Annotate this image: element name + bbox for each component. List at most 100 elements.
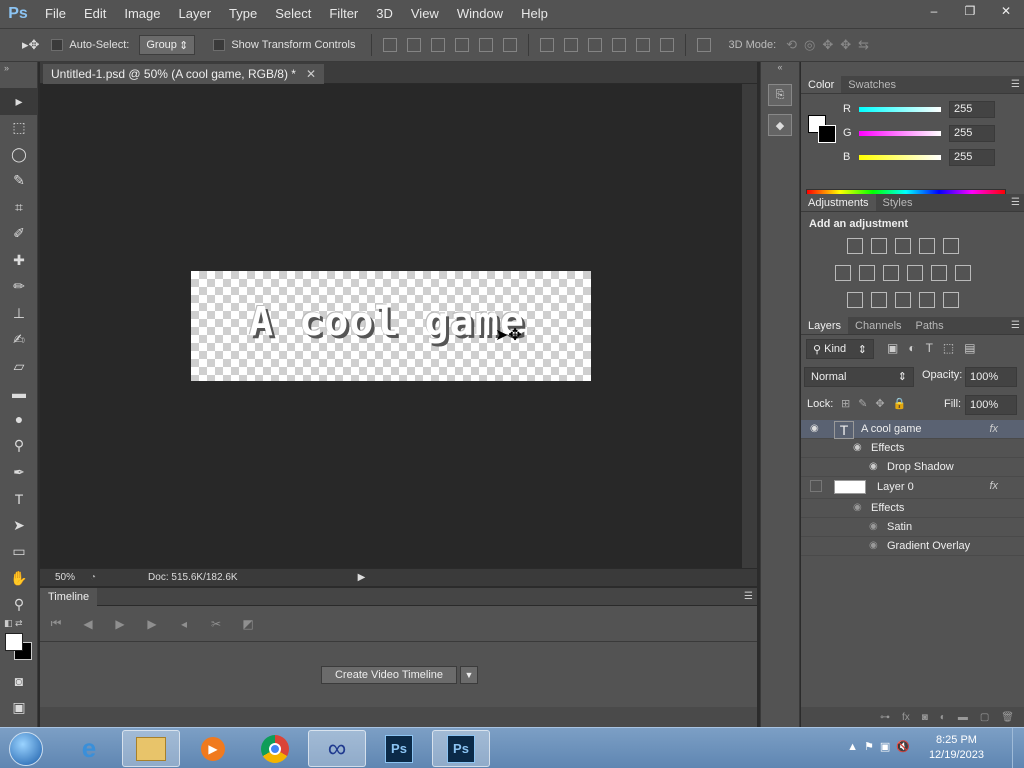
- close-tab-icon[interactable]: ✕: [306, 67, 316, 81]
- panel-collapse-icon[interactable]: »: [0, 62, 37, 88]
- marquee-tool-icon[interactable]: ⬚: [0, 115, 38, 142]
- rectangle-tool-icon[interactable]: ▭: [0, 539, 38, 566]
- minimize-button[interactable]: –: [916, 0, 952, 22]
- lock-icons[interactable]: ⊞✎✥🔒: [841, 397, 914, 410]
- new-layer-icon[interactable]: ▢: [980, 712, 989, 723]
- system-tray-icons[interactable]: ▲⚑▣🔇: [847, 740, 916, 753]
- tab-swatches[interactable]: Swatches: [841, 76, 903, 93]
- transform-controls-checkbox[interactable]: [213, 39, 226, 51]
- history-panel-icon[interactable]: ⎘: [768, 84, 792, 106]
- green-slider[interactable]: [859, 130, 941, 136]
- internet-explorer-taskbar-button[interactable]: e: [60, 730, 118, 767]
- effects-row[interactable]: ◉ Effects: [801, 439, 1024, 458]
- 3d-mode-icons[interactable]: ⟲◎✥✥⇆: [786, 37, 876, 53]
- align-left-icon[interactable]: [455, 38, 470, 52]
- show-desktop-button[interactable]: [1012, 728, 1024, 768]
- color-balance-icon[interactable]: [859, 265, 875, 281]
- menu-3d[interactable]: 3D: [367, 0, 402, 28]
- close-button[interactable]: ✕: [988, 0, 1024, 22]
- previous-frame-icon[interactable]: ◀: [72, 617, 104, 631]
- healing-brush-tool-icon[interactable]: ✚: [0, 247, 38, 274]
- move-tool-icon[interactable]: ▸: [0, 88, 38, 115]
- new-adjustment-icon[interactable]: ◐: [940, 712, 946, 723]
- levels-icon[interactable]: [871, 238, 887, 254]
- play-icon[interactable]: ▶: [104, 617, 136, 631]
- delete-layer-icon[interactable]: 🗑: [1001, 712, 1014, 723]
- align-right-icon[interactable]: [503, 38, 518, 52]
- tab-paths[interactable]: Paths: [909, 317, 951, 334]
- blue-slider[interactable]: [859, 154, 941, 160]
- blur-tool-icon[interactable]: ●: [0, 406, 38, 433]
- exposure-icon[interactable]: [919, 238, 935, 254]
- tab-adjustments[interactable]: Adjustments: [801, 194, 876, 211]
- screen-mode-icon[interactable]: ▣: [0, 695, 38, 722]
- green-value-input[interactable]: 255: [949, 124, 995, 142]
- menu-file[interactable]: File: [36, 0, 75, 28]
- menu-type[interactable]: Type: [220, 0, 266, 28]
- channel-mixer-icon[interactable]: [931, 265, 947, 281]
- scissors-icon[interactable]: ✂: [200, 617, 232, 631]
- menu-layer[interactable]: Layer: [170, 0, 221, 28]
- default-colors-icon[interactable]: ◧ ⇄: [4, 618, 23, 629]
- tab-color[interactable]: Color: [801, 76, 842, 93]
- lasso-tool-icon[interactable]: ◯: [0, 141, 38, 168]
- first-frame-icon[interactable]: ⏮: [40, 616, 72, 631]
- brightness-icon[interactable]: [847, 238, 863, 254]
- align-top-icon[interactable]: [383, 38, 398, 52]
- foreground-color-swatch[interactable]: [5, 633, 23, 651]
- align-vcenter-icon[interactable]: [407, 38, 422, 52]
- vertical-scrollbar[interactable]: [742, 84, 757, 568]
- hand-tool-icon[interactable]: ✋: [0, 565, 38, 592]
- blue-value-input[interactable]: 255: [949, 148, 995, 166]
- tab-layers[interactable]: Layers: [801, 317, 849, 334]
- menu-image[interactable]: Image: [115, 0, 169, 28]
- add-mask-icon[interactable]: ◙: [922, 712, 928, 723]
- photo-filter-icon[interactable]: [907, 265, 923, 281]
- restore-button[interactable]: ❐: [952, 0, 988, 22]
- chrome-taskbar-button[interactable]: [246, 730, 304, 767]
- document-tab[interactable]: Untitled-1.psd @ 50% (A cool game, RGB/8…: [43, 64, 325, 84]
- filter-kind-dropdown[interactable]: ⚲ Kind ⇕: [806, 339, 874, 359]
- effects-row[interactable]: ◉ Effects: [801, 499, 1024, 518]
- invert-icon[interactable]: [847, 292, 863, 308]
- curves-icon[interactable]: [895, 238, 911, 254]
- background-color-swatch[interactable]: [818, 125, 836, 143]
- audio-icon[interactable]: ◂: [168, 617, 200, 631]
- selective-color-icon[interactable]: [919, 292, 935, 308]
- gradient-tool-icon[interactable]: ▬: [0, 380, 38, 407]
- quick-mask-icon[interactable]: ◙: [0, 668, 38, 695]
- new-group-icon[interactable]: ▬: [958, 712, 968, 723]
- brush-tool-icon[interactable]: ✏: [0, 274, 38, 301]
- effect-row[interactable]: ◉ Satin: [801, 518, 1024, 537]
- fx-icon[interactable]: fx: [989, 423, 998, 435]
- effect-row[interactable]: ◉ Drop Shadow: [801, 458, 1024, 477]
- distribute-right-icon[interactable]: [660, 38, 675, 52]
- dodge-tool-icon[interactable]: ⚲: [0, 433, 38, 460]
- move-tool-preset-icon[interactable]: ▸✥: [22, 37, 39, 53]
- visibility-eye-icon[interactable]: ◉: [853, 442, 862, 453]
- red-slider[interactable]: [859, 106, 941, 112]
- auto-select-dropdown[interactable]: Group ⇕: [139, 35, 196, 55]
- menu-select[interactable]: Select: [266, 0, 320, 28]
- crop-tool-icon[interactable]: ⌗: [0, 194, 38, 221]
- create-video-timeline-button[interactable]: Create Video Timeline: [321, 666, 457, 684]
- file-explorer-taskbar-button[interactable]: [122, 730, 180, 767]
- status-menu-arrow-icon[interactable]: ▶: [358, 572, 366, 583]
- menu-window[interactable]: Window: [448, 0, 512, 28]
- photoshop-taskbar-button[interactable]: Ps: [370, 730, 428, 767]
- effect-row[interactable]: ◉ Gradient Overlay: [801, 537, 1024, 556]
- gradient-map-icon[interactable]: [943, 292, 959, 308]
- pen-tool-icon[interactable]: ✒: [0, 459, 38, 486]
- layer-filter-icons[interactable]: ▣◐T⬚▤: [887, 341, 986, 355]
- auto-align-icon[interactable]: [697, 38, 712, 52]
- auto-select-checkbox[interactable]: [51, 39, 64, 51]
- visibility-eye-icon[interactable]: ◉: [869, 540, 878, 551]
- blend-mode-dropdown[interactable]: Normal ⇕: [804, 367, 914, 387]
- transition-icon[interactable]: ◩: [232, 617, 264, 631]
- timeline-type-dropdown-icon[interactable]: ▼: [460, 666, 478, 684]
- media-player-taskbar-button[interactable]: ▶: [184, 730, 242, 767]
- quick-select-tool-icon[interactable]: ✎: [0, 168, 38, 195]
- document-canvas[interactable]: A cool game: [191, 271, 591, 381]
- menu-help[interactable]: Help: [512, 0, 557, 28]
- layer-row[interactable]: Layer 0 fx: [801, 477, 1024, 499]
